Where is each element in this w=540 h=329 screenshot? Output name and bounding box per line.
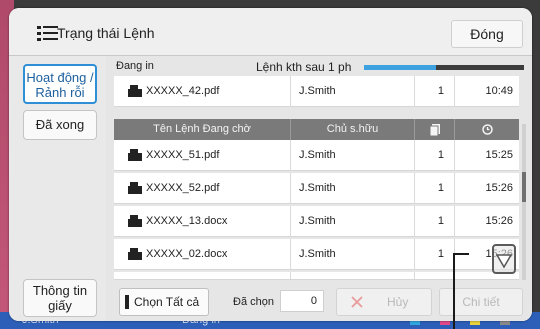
select-all-mark-icon: [125, 295, 129, 309]
current-job-name-cell: XXXXX_42.pdf: [128, 76, 288, 107]
queue-job-time: 15:25: [454, 140, 519, 171]
current-job-time: 10:49: [454, 76, 519, 107]
select-all-button[interactable]: Chọn Tất cả: [119, 288, 209, 316]
print-job-icon: [128, 215, 142, 227]
print-job-icon: [128, 149, 142, 161]
scrollbar-thumb[interactable]: [522, 172, 526, 202]
queue-job-time: 15:26: [454, 206, 519, 237]
queue-job-name-cell: XXXXX_51.pdf: [128, 140, 288, 171]
queue-job-row[interactable]: XXXXX_52.pdf J.Smith 1 15:26: [114, 173, 519, 204]
current-job-owner: J.Smith: [290, 76, 410, 107]
sidebar: Hoạt động / Rảnh rỗi Đã xong Thông tin g…: [9, 56, 106, 321]
scroll-down-button[interactable]: [492, 244, 516, 274]
queue-job-pages: 1: [414, 206, 452, 237]
queue-job-time: 15:26: [454, 173, 519, 204]
select-all-label: Chọn Tất cả: [134, 295, 200, 309]
queue-job-owner: J.Smith: [290, 173, 410, 204]
queue-job-owner: J.Smith: [290, 272, 410, 279]
job-list-icon: [37, 26, 58, 41]
close-button[interactable]: Đóng: [451, 20, 523, 48]
print-job-icon: [128, 85, 142, 97]
pages-icon: [429, 124, 440, 137]
title-bar: Trạng thái Lệnh Đóng: [9, 8, 532, 56]
queue-job-name-cell: XXXXX_02.docx: [128, 239, 288, 270]
current-job-pages: 1: [414, 76, 452, 107]
queue-job-row[interactable]: XXXXX_13.docx J.Smith 1 15:26: [114, 206, 519, 237]
dialog-title: Trạng thái Lệnh: [57, 25, 155, 41]
current-job-row[interactable]: XXXXX_42.pdf J.Smith 1 10:49: [114, 76, 519, 107]
queue-job-name: XXXXX_51.pdf: [146, 149, 220, 161]
queue-job-name: XXXXX_13.docx: [146, 215, 228, 227]
column-header-time: [454, 119, 519, 140]
next-job-label: Lệnh kth sau 1 ph: [256, 60, 352, 74]
current-job-name: XXXXX_42.pdf: [146, 85, 220, 97]
print-job-icon: [128, 182, 142, 194]
queue-job-name-cell: XXXXX_03.docx: [128, 272, 288, 279]
print-job-icon: [128, 248, 142, 260]
column-header-owner: Chủ s.hữu: [290, 119, 414, 140]
selected-count-label: Đã chọn: [233, 296, 274, 308]
queue-job-pages: 1: [414, 272, 452, 279]
queue-job-row[interactable]: XXXXX_51.pdf J.Smith 1 15:25: [114, 140, 519, 171]
queue-job-pages: 1: [414, 239, 452, 270]
queue-scrollbar[interactable]: [522, 124, 526, 284]
column-header-job-name: Tên Lệnh Đang chờ: [153, 123, 251, 135]
queue-job-name: XXXXX_02.docx: [146, 248, 228, 260]
callout-line: [453, 253, 469, 329]
queue-job-name-cell: XXXXX_13.docx: [128, 206, 288, 237]
queue-job-owner: J.Smith: [290, 206, 410, 237]
queue-table-header: Tên Lệnh Đang chờ Chủ s.hữu: [114, 119, 519, 140]
tab-active-idle[interactable]: Hoạt động / Rảnh rỗi: [23, 64, 97, 104]
queue-job-owner: J.Smith: [290, 239, 410, 270]
details-button[interactable]: Chi tiết: [439, 288, 523, 316]
queue-job-owner: J.Smith: [290, 140, 410, 171]
triangle-down-icon: [495, 254, 513, 269]
queue-job-name-cell: XXXXX_52.pdf: [128, 173, 288, 204]
queue-job-pages: 1: [414, 173, 452, 204]
selected-count-value: 0: [280, 290, 324, 312]
clock-icon: [481, 124, 493, 135]
column-header-pages: [414, 119, 454, 140]
cancel-job-button[interactable]: Hủy: [336, 288, 432, 316]
print-progress-fill: [364, 65, 436, 70]
printing-label: Đang in: [116, 60, 154, 72]
queue-job-name: XXXXX_52.pdf: [146, 182, 220, 194]
cancel-job-label: Hủy: [387, 295, 409, 309]
tab-completed[interactable]: Đã xong: [23, 110, 97, 140]
close-x-icon: [351, 296, 363, 308]
print-progress-bar: [364, 65, 524, 70]
tab-paper-info[interactable]: Thông tin giấy: [23, 279, 97, 317]
queue-job-pages: 1: [414, 140, 452, 171]
